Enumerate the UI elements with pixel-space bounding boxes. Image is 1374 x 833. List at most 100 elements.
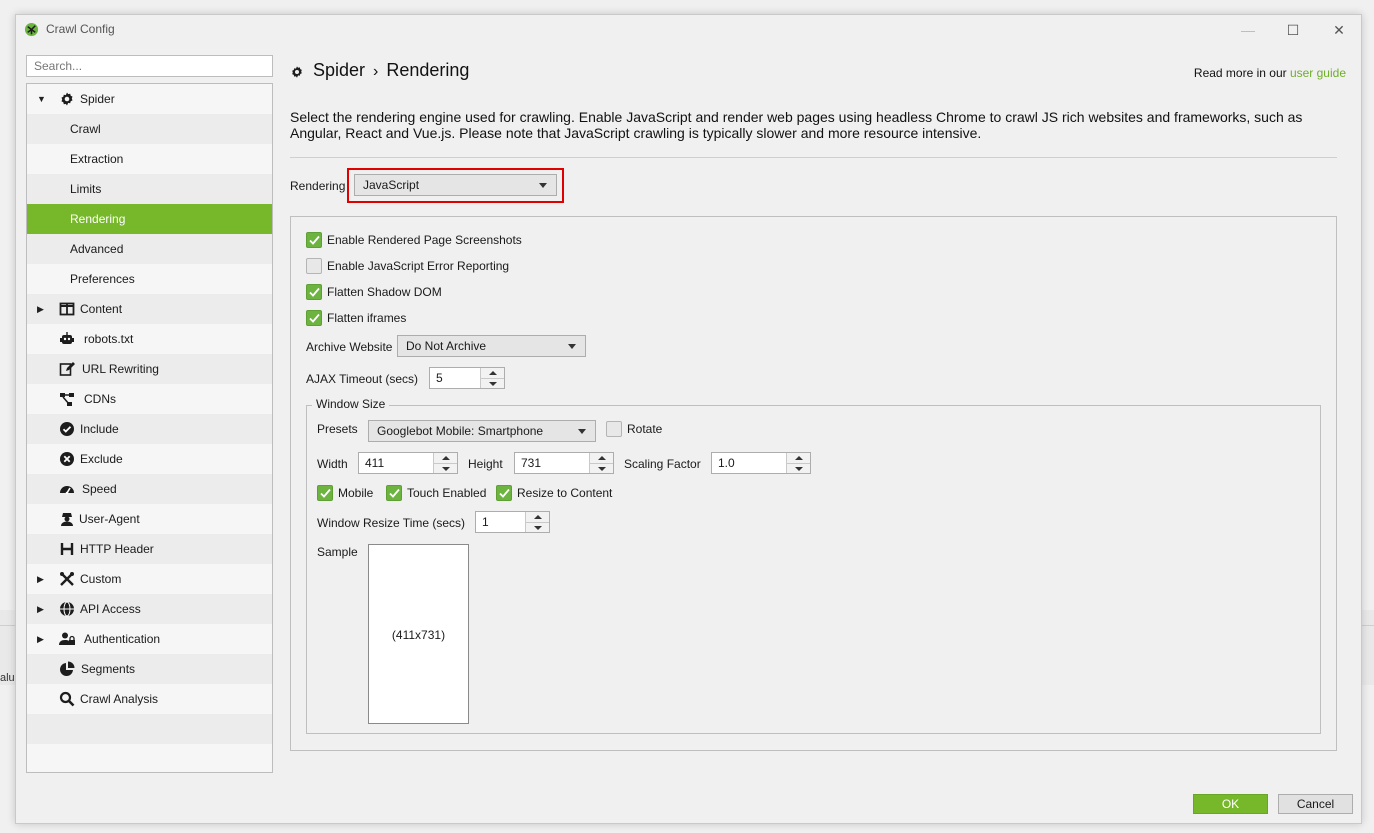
window-title: Crawl Config <box>46 22 115 36</box>
increment-button[interactable] <box>590 453 613 463</box>
rendering-select-value: JavaScript <box>363 178 420 192</box>
touch-enabled-label: Touch Enabled <box>407 486 487 500</box>
minimize-button[interactable]: — <box>1233 19 1263 41</box>
sidebar-item-url-rewriting[interactable]: URL Rewriting <box>27 354 272 384</box>
sidebar-item-preferences[interactable]: Preferences <box>27 264 272 294</box>
expand-down-icon[interactable]: ▼ <box>37 84 47 114</box>
user-guide-link[interactable]: user guide <box>1290 66 1346 80</box>
expand-right-icon[interactable]: ▶ <box>37 564 47 594</box>
shadow-dom-checkbox[interactable] <box>306 284 322 300</box>
sidebar-item-content[interactable]: ▶ Content <box>27 294 272 324</box>
archive-select[interactable]: Do Not Archive <box>397 335 586 357</box>
sidebar-item-extraction[interactable]: Extraction <box>27 144 272 174</box>
expand-right-icon[interactable]: ▶ <box>37 594 47 624</box>
resize-time-value[interactable]: 1 <box>482 515 489 529</box>
sidebar-item-authentication[interactable]: ▶ Authentication <box>27 624 272 654</box>
window-size-title: Window Size <box>312 397 390 411</box>
scaling-factor-value[interactable]: 1.0 <box>718 456 735 470</box>
background-text: alu <box>0 672 15 684</box>
decrement-button[interactable] <box>481 378 504 388</box>
ajax-timeout-value[interactable]: 5 <box>436 371 443 385</box>
resize-time-label: Window Resize Time (secs) <box>317 516 466 530</box>
sidebar-empty-row <box>27 714 272 744</box>
ajax-timeout-spinner[interactable]: 5 <box>429 367 505 389</box>
sidebar-item-http-header[interactable]: HTTP Header <box>27 534 272 564</box>
increment-button[interactable] <box>526 512 549 522</box>
iframes-checkbox[interactable] <box>306 310 322 326</box>
presets-select-value: Googlebot Mobile: Smartphone <box>377 424 544 438</box>
columns-icon <box>59 302 75 316</box>
sidebar-item-crawl[interactable]: Crawl <box>27 114 272 144</box>
presets-select[interactable]: Googlebot Mobile: Smartphone <box>368 420 596 442</box>
decrement-button[interactable] <box>434 463 457 473</box>
decrement-button[interactable] <box>526 522 549 532</box>
sidebar-item-label: Preferences <box>70 272 135 286</box>
decrement-button[interactable] <box>590 463 613 473</box>
sidebar-item-robots[interactable]: robots.txt <box>27 324 272 354</box>
crawl-config-dialog: Crawl Config — ☐ ✕ ▼ Spider Crawl Extrac… <box>15 14 1362 824</box>
touch-enabled-checkbox[interactable] <box>386 485 402 501</box>
screenshots-checkbox[interactable] <box>306 232 322 248</box>
height-value[interactable]: 731 <box>521 456 541 470</box>
height-label: Height <box>468 457 503 471</box>
chevron-down-icon <box>539 183 547 188</box>
rendering-label: Rendering <box>290 179 346 193</box>
sidebar-item-api-access[interactable]: ▶ API Access <box>27 594 272 624</box>
maximize-button[interactable]: ☐ <box>1278 19 1308 41</box>
sidebar-item-rendering[interactable]: Rendering <box>27 204 272 234</box>
sidebar-item-advanced[interactable]: Advanced <box>27 234 272 264</box>
sidebar-item-include[interactable]: Include <box>27 414 272 444</box>
sidebar-item-spider[interactable]: ▼ Spider <box>27 84 272 114</box>
mobile-checkbox[interactable] <box>317 485 333 501</box>
search-input[interactable] <box>26 55 273 77</box>
resize-to-content-checkbox[interactable] <box>496 485 512 501</box>
ok-button[interactable]: OK <box>1193 794 1268 814</box>
decrement-button[interactable] <box>787 463 810 473</box>
sidebar-item-speed[interactable]: Speed <box>27 474 272 504</box>
scaling-factor-spinner[interactable]: 1.0 <box>711 452 811 474</box>
spinner-buttons <box>433 453 457 473</box>
expand-right-icon[interactable]: ▶ <box>37 624 47 654</box>
expand-right-icon[interactable]: ▶ <box>37 294 47 324</box>
arrow-up-icon <box>489 371 497 375</box>
breadcrumb-separator: › <box>373 63 379 80</box>
increment-button[interactable] <box>787 453 810 463</box>
sidebar-item-exclude[interactable]: Exclude <box>27 444 272 474</box>
sidebar-item-segments[interactable]: Segments <box>27 654 272 684</box>
breadcrumb: Spider › Rendering <box>313 60 469 81</box>
shadow-dom-label: Flatten Shadow DOM <box>327 285 442 299</box>
js-errors-checkbox[interactable] <box>306 258 322 274</box>
resize-time-spinner[interactable]: 1 <box>475 511 550 533</box>
sidebar-item-label: CDNs <box>84 392 116 406</box>
sidebar-item-limits[interactable]: Limits <box>27 174 272 204</box>
sidebar-item-custom[interactable]: ▶ Custom <box>27 564 272 594</box>
width-value[interactable]: 411 <box>365 456 384 470</box>
sidebar-item-crawl-analysis[interactable]: Crawl Analysis <box>27 684 272 714</box>
checkmark-icon <box>320 488 331 498</box>
sidebar-item-label: Crawl Analysis <box>80 692 159 706</box>
cancel-button[interactable]: Cancel <box>1278 794 1353 814</box>
sidebar-item-label: robots.txt <box>84 332 134 346</box>
sidebar-item-label: Authentication <box>84 632 161 646</box>
height-spinner[interactable]: 731 <box>514 452 614 474</box>
resize-to-content-label: Resize to Content <box>517 486 613 500</box>
rotate-checkbox[interactable] <box>606 421 622 437</box>
sidebar-item-label: Rendering <box>70 212 126 226</box>
checkmark-icon <box>309 235 320 245</box>
increment-button[interactable] <box>481 368 504 378</box>
robot-icon <box>60 332 74 344</box>
sidebar-item-user-agent[interactable]: User-Agent <box>27 504 272 534</box>
js-errors-label: Enable JavaScript Error Reporting <box>327 259 510 273</box>
arrow-down-icon <box>598 467 606 471</box>
sidebar-item-label: Include <box>80 422 119 436</box>
rendering-select[interactable]: JavaScript <box>354 174 557 196</box>
sidebar-item-cdns[interactable]: CDNs <box>27 384 272 414</box>
width-spinner[interactable]: 411 <box>358 452 458 474</box>
increment-button[interactable] <box>434 453 457 463</box>
chevron-down-icon <box>578 429 586 434</box>
screenshots-label: Enable Rendered Page Screenshots <box>327 233 522 247</box>
arrow-down-icon <box>442 467 450 471</box>
checkmark-icon <box>499 488 510 498</box>
read-more-text: Read more in our <box>1193 66 1290 80</box>
close-button[interactable]: ✕ <box>1324 19 1354 41</box>
